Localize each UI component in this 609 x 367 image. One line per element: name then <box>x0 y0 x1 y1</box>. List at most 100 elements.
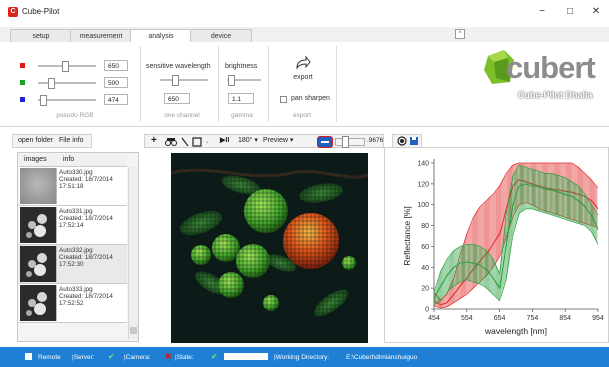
red-slider-thumb[interactable] <box>62 61 69 72</box>
record-icon[interactable] <box>397 136 407 146</box>
y-tick-label: 0 <box>425 307 429 314</box>
x-tick-label: 754 <box>527 315 539 322</box>
y-tick-label: 120 <box>417 181 429 188</box>
pan-sharpen-label: pan sharpen <box>291 95 330 102</box>
file-list: images info Auto330.jpg Created: 18/7/20… <box>17 152 139 342</box>
list-item[interactable]: Auto330.jpg Created: 18/7/2014 17:51:18 <box>19 167 127 206</box>
image-thumbnail <box>20 246 57 282</box>
export-button[interactable]: export <box>280 53 326 89</box>
pseudo-rgb-group-label: pseudo RGB <box>56 112 94 119</box>
brand-wordmark: cubert <box>506 50 596 85</box>
green-slider-thumb[interactable] <box>48 78 55 89</box>
y-tick-label: 40 <box>421 265 429 272</box>
overlay-toggle-icon[interactable] <box>317 136 333 148</box>
progress-bar <box>224 353 268 360</box>
file-created: Created: 18/7/2014 <box>59 215 113 222</box>
brightness-slider-thumb[interactable] <box>228 75 235 86</box>
file-created: Created: 18/7/2014 <box>59 293 113 300</box>
rectangle-tool-icon[interactable] <box>192 137 202 147</box>
play-pause-icon[interactable]: ▶II <box>220 135 229 147</box>
file-info-button[interactable]: File info <box>59 135 84 147</box>
collapse-ribbon-button[interactable]: ^ <box>455 29 465 39</box>
hyperspectral-image[interactable] <box>171 153 368 343</box>
close-button[interactable]: ✕ <box>586 4 606 20</box>
dropdown-arrow-icon[interactable]: ⌄ <box>205 139 209 145</box>
opacity-slider-thumb[interactable] <box>342 136 349 148</box>
green-wavelength-input[interactable]: 500 <box>104 77 128 88</box>
file-created: Created: 18/7/2014 <box>59 254 113 261</box>
x-tick-label: 554 <box>461 315 473 322</box>
image-thumbnail <box>20 207 57 243</box>
window-title: Cube-Pilot <box>22 7 60 16</box>
reflectance-chart[interactable]: 0 20 40 60 80 100 120 140 454 554 654 754 854 954 wave… <box>386 149 608 341</box>
file-info: Auto332.jpg Created: 18/7/2014 17:52:30 <box>59 247 125 268</box>
info-column-header[interactable]: info <box>63 156 74 163</box>
blue-wavelength-input[interactable]: 474 <box>104 94 128 105</box>
one-channel-wavelength-input[interactable]: 650 <box>164 93 190 104</box>
scrollbar-thumb[interactable] <box>130 327 137 334</box>
remote-checkbox[interactable] <box>25 353 32 360</box>
file-info: Auto331.jpg Created: 18/7/2014 17:52:14 <box>59 208 125 229</box>
pan-sharpen-checkbox[interactable] <box>280 96 287 103</box>
cubert-logo: cubert Cube-Pilot Dhalia <box>482 46 602 116</box>
y-tick-label: 60 <box>421 244 429 251</box>
file-name: Auto332.jpg <box>59 247 93 254</box>
file-panel-toolbar: open folder File info <box>12 134 92 148</box>
list-item[interactable]: Auto332.jpg Created: 18/7/2014 17:52:30 <box>19 245 127 284</box>
state-label: |State: <box>175 354 194 361</box>
preview-dropdown[interactable]: Preview ▾ <box>263 135 293 147</box>
save-icon[interactable] <box>409 136 419 146</box>
file-list-scrollbar[interactable] <box>128 167 138 339</box>
y-tick-label: 140 <box>417 161 429 168</box>
chart-toolbar <box>392 134 422 148</box>
tab-device[interactable]: device <box>190 29 252 43</box>
add-icon[interactable]: + <box>151 135 157 147</box>
list-item[interactable]: Auto331.jpg Created: 18/7/2014 17:52:14 <box>19 206 127 245</box>
file-time: 17:52:14 <box>59 222 84 229</box>
wavelength-slider-track[interactable] <box>160 79 208 81</box>
maximize-button[interactable]: □ <box>560 4 580 20</box>
remote-label: Remote <box>38 354 61 361</box>
y-tick-label: 20 <box>421 286 429 293</box>
app-logo-icon: C <box>8 7 18 17</box>
opacity-value: .9676 <box>367 137 384 144</box>
list-item[interactable]: Auto333.jpg Created: 18/7/2014 17:52:52 <box>19 284 127 323</box>
tab-measurement[interactable]: measurement <box>70 29 132 43</box>
image-thumbnail <box>20 168 57 204</box>
blue-slider-thumb[interactable] <box>40 95 47 106</box>
x-tick-label: 954 <box>592 315 604 322</box>
line-tool-icon[interactable] <box>181 137 189 147</box>
rotation-dropdown[interactable]: 180° ▾ <box>238 135 258 147</box>
file-info: Auto333.jpg Created: 18/7/2014 17:52:52 <box>59 286 125 307</box>
one-channel-group-label: one channel <box>164 112 200 119</box>
opacity-slider[interactable] <box>335 136 365 148</box>
file-name: Auto333.jpg <box>59 286 93 293</box>
image-thumbnail <box>20 285 57 321</box>
file-time: 17:52:30 <box>59 261 84 268</box>
ribbon-separator <box>218 46 219 122</box>
binoculars-icon[interactable] <box>165 137 177 147</box>
file-name: Auto330.jpg <box>59 169 93 176</box>
images-column-header[interactable]: images <box>24 156 47 163</box>
wavelength-slider-thumb[interactable] <box>172 75 179 86</box>
y-tick-label: 80 <box>421 223 429 230</box>
minimize-button[interactable]: − <box>532 4 552 20</box>
file-name: Auto331.jpg <box>59 208 93 215</box>
x-tick-label: 854 <box>559 315 571 322</box>
red-channel-swatch <box>20 63 25 68</box>
tab-setup[interactable]: setup <box>10 29 72 43</box>
y-axis-label: Reflectance [%] <box>402 206 412 266</box>
x-tick-label: 654 <box>494 315 506 322</box>
ribbon-separator <box>336 46 337 122</box>
file-time: 17:51:18 <box>59 183 84 190</box>
apple-tree-image <box>171 153 368 343</box>
green-slider-track[interactable] <box>38 82 96 84</box>
open-folder-button[interactable]: open folder <box>18 135 53 147</box>
rotation-value: 180° <box>238 137 253 144</box>
image-toolbar: + ⌄ ▶II 180° ▾ Preview ▾ .9676 <box>144 134 384 148</box>
file-info: Auto330.jpg Created: 18/7/2014 17:51:18 <box>59 169 125 190</box>
preview-value: Preview <box>263 137 288 144</box>
red-wavelength-input[interactable]: 650 <box>104 60 128 71</box>
export-icon <box>296 56 311 70</box>
gamma-input[interactable]: 1.1 <box>228 93 254 104</box>
